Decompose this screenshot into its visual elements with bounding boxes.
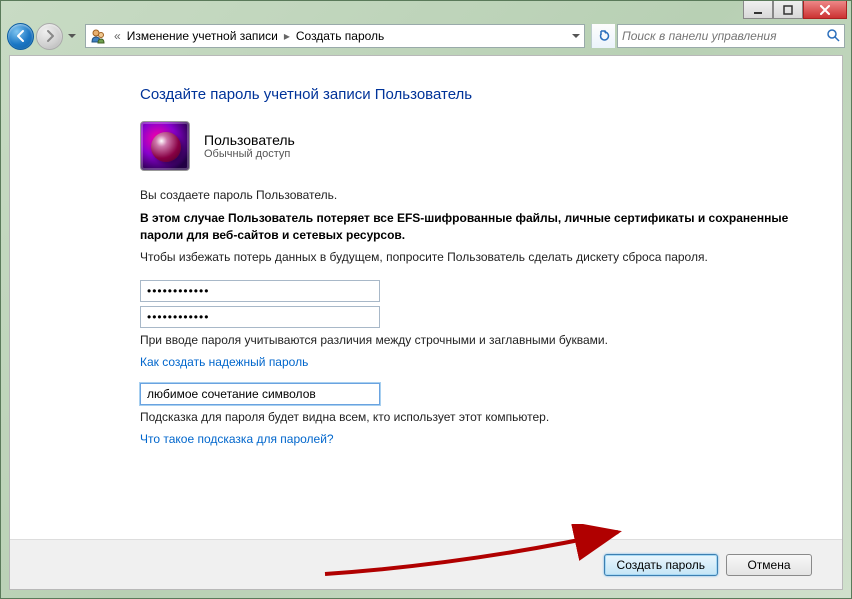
search-icon[interactable] bbox=[826, 28, 840, 45]
refresh-button[interactable] bbox=[591, 24, 615, 48]
create-password-button[interactable]: Создать пароль bbox=[604, 554, 718, 576]
warning-text: В этом случае Пользователь потеряет все … bbox=[140, 210, 802, 244]
breadcrumb-item-2[interactable]: Создать пароль bbox=[294, 29, 386, 43]
nav-back-button[interactable] bbox=[7, 23, 34, 50]
breadcrumb-item-1[interactable]: Изменение учетной записи bbox=[125, 29, 280, 43]
password-hint-field[interactable] bbox=[140, 383, 380, 405]
user-role: Обычный доступ bbox=[204, 148, 295, 160]
window-minimize-button[interactable] bbox=[743, 1, 773, 19]
case-note: При вводе пароля учитываются различия ме… bbox=[140, 332, 802, 349]
breadcrumb-separator[interactable]: ▸ bbox=[280, 29, 294, 43]
password-confirm-field[interactable] bbox=[140, 306, 380, 328]
user-name: Пользователь bbox=[204, 132, 295, 148]
address-dropdown[interactable] bbox=[566, 25, 584, 47]
user-accounts-icon bbox=[90, 28, 106, 44]
toolbar: « Изменение учетной записи ▸ Создать пар… bbox=[7, 19, 845, 53]
hint-note: Подсказка для пароля будет видна всем, к… bbox=[140, 409, 802, 426]
page-title: Создайте пароль учетной записи Пользоват… bbox=[140, 86, 802, 103]
cancel-button[interactable]: Отмена bbox=[726, 554, 812, 576]
nav-forward-button[interactable] bbox=[36, 23, 63, 50]
window-maximize-button[interactable] bbox=[773, 1, 803, 19]
intro-text: Вы создаете пароль Пользователь. bbox=[140, 187, 802, 204]
user-avatar bbox=[140, 121, 190, 171]
button-bar: Создать пароль Отмена bbox=[10, 539, 842, 589]
window-close-button[interactable] bbox=[803, 1, 847, 19]
breadcrumb-separator[interactable]: « bbox=[110, 29, 125, 43]
search-input[interactable] bbox=[622, 29, 826, 43]
search-box[interactable] bbox=[617, 24, 845, 48]
strong-password-link[interactable]: Как создать надежный пароль bbox=[140, 355, 802, 369]
password-field[interactable] bbox=[140, 280, 380, 302]
address-bar[interactable]: « Изменение учетной записи ▸ Создать пар… bbox=[85, 24, 585, 48]
hint-help-link[interactable]: Что такое подсказка для паролей? bbox=[140, 432, 802, 446]
title-bar bbox=[1, 1, 851, 19]
nav-history-dropdown[interactable] bbox=[65, 25, 79, 47]
advice-text: Чтобы избежать потерь данных в будущем, … bbox=[140, 249, 802, 266]
